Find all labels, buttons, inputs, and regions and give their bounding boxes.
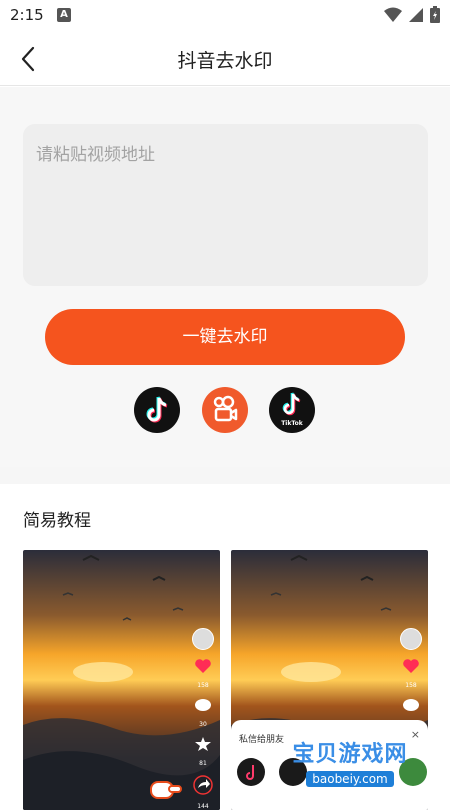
tutorial-image-step1: 158 30 81 144 [23, 550, 220, 810]
comment-icon[interactable] [402, 697, 420, 713]
status-icons [384, 6, 440, 23]
like-count: 158 [197, 682, 209, 689]
share-target-1[interactable] [237, 758, 265, 786]
star-icon[interactable] [194, 736, 212, 752]
notification-icon: A [57, 8, 71, 22]
page-title: 抖音去水印 [177, 50, 273, 72]
favorite-count: 81 [199, 760, 207, 767]
video-url-input[interactable] [23, 124, 428, 286]
creator-avatar[interactable] [400, 628, 422, 650]
app-header: 抖音去水印 [0, 32, 450, 86]
kuaishou-button[interactable] [202, 387, 248, 433]
share-count: 144 [197, 803, 209, 810]
like-count: 158 [405, 682, 417, 689]
watermark-text: 宝贝游戏网 [292, 742, 408, 767]
creator-avatar[interactable] [192, 628, 214, 650]
music-note-icon [246, 765, 254, 780]
platform-list: TikTok [0, 387, 450, 437]
douyin-button[interactable] [134, 387, 180, 433]
video-side-actions: 158 30 [398, 628, 424, 728]
status-bar: 2:15 A [0, 0, 450, 32]
comment-icon[interactable] [194, 697, 212, 713]
video-side-actions: 158 30 81 144 [190, 628, 216, 810]
tutorial-title: 简易教程 [23, 511, 91, 531]
tiktok-icon: TikTok [281, 392, 304, 427]
tiktok-button[interactable]: TikTok [269, 387, 315, 433]
watermark-url: baobeiy.com [306, 771, 394, 787]
comment-count: 30 [199, 721, 207, 728]
main-content: 一键去水印 [0, 87, 450, 810]
site-watermark: 宝贝游戏网 baobeiy.com [275, 736, 425, 787]
wifi-icon [384, 7, 402, 22]
remove-watermark-button[interactable]: 一键去水印 [45, 309, 405, 365]
douyin-icon [146, 396, 168, 423]
kuaishou-icon [213, 395, 238, 422]
input-section: 一键去水印 [0, 87, 450, 467]
tiktok-label: TikTok [281, 420, 304, 427]
signal-icon [409, 7, 423, 22]
status-time: 2:15 [10, 6, 44, 24]
battery-icon [430, 6, 440, 23]
heart-icon[interactable] [194, 658, 212, 674]
heart-icon[interactable] [402, 658, 420, 674]
share-icon[interactable] [192, 775, 214, 795]
